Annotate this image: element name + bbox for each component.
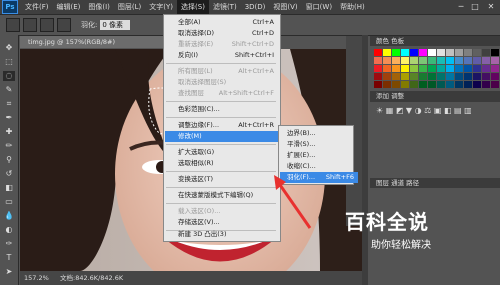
menu-separator: [166, 117, 276, 118]
gradient-tool-icon[interactable]: ▭: [3, 197, 15, 207]
feather-label: 羽化:: [81, 21, 98, 29]
menu-item-reselect[interactable]: 重新选择(E) Shift+Ctrl+D: [178, 39, 278, 50]
submenu-item-smooth[interactable]: 平滑(S)...: [287, 139, 351, 150]
menu-item-modify[interactable]: 修改(M)▸: [165, 131, 290, 142]
menu-item-load-selection[interactable]: 载入选区(O)...: [178, 206, 278, 217]
document-tab[interactable]: timg.jpg @ 157%(RGB/8#): [20, 36, 168, 48]
menu-item-find-layers[interactable]: 查找图层 Alt+Shift+Ctrl+F: [178, 88, 278, 99]
menu-item-transform-selection[interactable]: 变换选区(T): [178, 174, 278, 185]
swatches-panel: 颜色 色板 添加 调整 ☀ ▦ ◩ ▼ ◑ ⚖ ▣ ◧ ▤ ▥ 图层 通道 路径: [370, 36, 500, 188]
menu-item-save-selection[interactable]: 存储选区(V)...: [178, 217, 278, 228]
menu-item-deselect-layers[interactable]: 取消选择图层(S): [178, 77, 278, 88]
adjustment-icons[interactable]: ☀ ▦ ◩ ▼ ◑ ⚖ ▣ ◧ ▤ ▥: [370, 102, 500, 138]
submenu-item-expand[interactable]: 扩展(E)...: [287, 150, 351, 161]
menu-filter[interactable]: 滤镜(T): [209, 0, 241, 14]
pen-tool-icon[interactable]: ✑: [3, 239, 15, 249]
eyedropper-tool-icon[interactable]: ✒: [3, 113, 15, 123]
menu-image[interactable]: 图像(I): [84, 0, 114, 14]
menu-separator: [166, 63, 276, 64]
menu-item-all-layers[interactable]: 所有图层(L) Alt+Ctrl+A: [178, 66, 278, 77]
add-selection-icon[interactable]: [40, 18, 54, 32]
menu-item-select-all[interactable]: 全部(A) Ctrl+A: [178, 17, 278, 28]
menu-item-quick-mask[interactable]: 在快速蒙版模式下编辑(Q): [178, 190, 278, 201]
watermark: 百科全说 助你轻松解决: [345, 198, 495, 260]
history-brush-icon[interactable]: ↺: [3, 169, 15, 179]
move-tool-icon[interactable]: ✥: [3, 43, 15, 53]
type-tool-icon[interactable]: T: [3, 253, 15, 263]
select-menu-dropdown: 全部(A) Ctrl+A 取消选择(D) Ctrl+D 重新选择(E) Shift+C…: [163, 14, 290, 242]
menu-view[interactable]: 视图(V): [269, 0, 301, 14]
adjustments-title: 添加 调整: [370, 91, 500, 102]
menu-item-deselect[interactable]: 取消选择(D) Ctrl+D: [178, 28, 278, 39]
marquee-tool-icon[interactable]: ⬚: [3, 57, 15, 67]
minimize-icon[interactable]: ─: [454, 0, 468, 14]
layers-panel-tabs[interactable]: 图层 通道 路径: [370, 178, 500, 188]
brush-tool-icon[interactable]: ✏: [3, 141, 15, 151]
healing-tool-icon[interactable]: ✚: [3, 127, 15, 137]
menu-separator: [166, 171, 276, 172]
menu-layer[interactable]: 图层(L): [114, 0, 145, 14]
subtract-selection-icon[interactable]: [57, 18, 71, 32]
tools-panel: ✥ ⬚ ◌ ✎ ⌗ ✒ ✚ ✏ ⚲ ↺ ◧ ▭ 💧 ◐ ✑ T ➤: [0, 35, 19, 285]
eraser-tool-icon[interactable]: ◧: [3, 183, 15, 193]
menu-item-similar[interactable]: 选取相似(R): [178, 158, 278, 169]
menu-bar: Ps 文件(F) 编辑(E) 图像(I) 图层(L) 文字(Y) 选择(S) 滤…: [0, 0, 500, 14]
submenu-item-border[interactable]: 边界(B)...: [287, 128, 351, 139]
lasso-tool-icon[interactable]: [6, 18, 20, 32]
color-panel-tabs[interactable]: 颜色 色板: [370, 36, 500, 46]
crop-tool-icon[interactable]: ⌗: [3, 99, 15, 109]
watermark-subtitle: 助你轻松解决: [371, 240, 431, 251]
menu-select[interactable]: 选择(S): [177, 0, 209, 14]
zoom-level[interactable]: 157.2%: [24, 271, 49, 285]
menu-3d[interactable]: 3D(D): [241, 0, 270, 14]
watermark-title: 百科全说: [345, 210, 429, 234]
menu-item-color-range[interactable]: 色彩范围(C)...: [178, 104, 278, 115]
menu-help[interactable]: 帮助(H): [336, 0, 369, 14]
menu-file[interactable]: 文件(F): [21, 0, 53, 14]
status-bar: 157.2% 文档:842.6K/842.6K: [20, 271, 362, 285]
menu-item-new-3d-extrusion[interactable]: 新建 3D 凸出(3): [178, 229, 278, 240]
close-icon[interactable]: ✕: [484, 0, 498, 14]
blur-tool-icon[interactable]: 💧: [3, 211, 15, 221]
menu-window[interactable]: 窗口(W): [302, 0, 336, 14]
lasso-tool-icon[interactable]: ◌: [3, 71, 15, 81]
menu-separator: [166, 101, 276, 102]
menu-separator: [166, 187, 276, 188]
menu-type[interactable]: 文字(Y): [145, 0, 177, 14]
new-selection-icon[interactable]: [23, 18, 37, 32]
menu-item-inverse[interactable]: 反向(I) Shift+Ctrl+I: [178, 50, 278, 61]
menu-item-refine-edge[interactable]: 调整边缘(F)... Alt+Ctrl+R: [178, 120, 278, 131]
swatch-grid[interactable]: [370, 46, 500, 91]
path-select-tool-icon[interactable]: ➤: [3, 267, 15, 277]
doc-info: 文档:842.6K/842.6K: [60, 274, 124, 282]
dodge-tool-icon[interactable]: ◐: [3, 225, 15, 235]
menu-edit[interactable]: 编辑(E): [53, 0, 85, 14]
quick-select-tool-icon[interactable]: ✎: [3, 85, 15, 95]
stamp-tool-icon[interactable]: ⚲: [3, 155, 15, 165]
menu-separator: [166, 203, 276, 204]
annotation-arrow-icon: [274, 175, 312, 229]
menu-separator: [166, 144, 276, 145]
maximize-icon[interactable]: □: [468, 0, 482, 14]
photoshop-logo: Ps: [2, 0, 18, 14]
feather-input[interactable]: 0 像素: [100, 20, 131, 30]
menu-item-grow[interactable]: 扩大选取(G): [178, 147, 278, 158]
